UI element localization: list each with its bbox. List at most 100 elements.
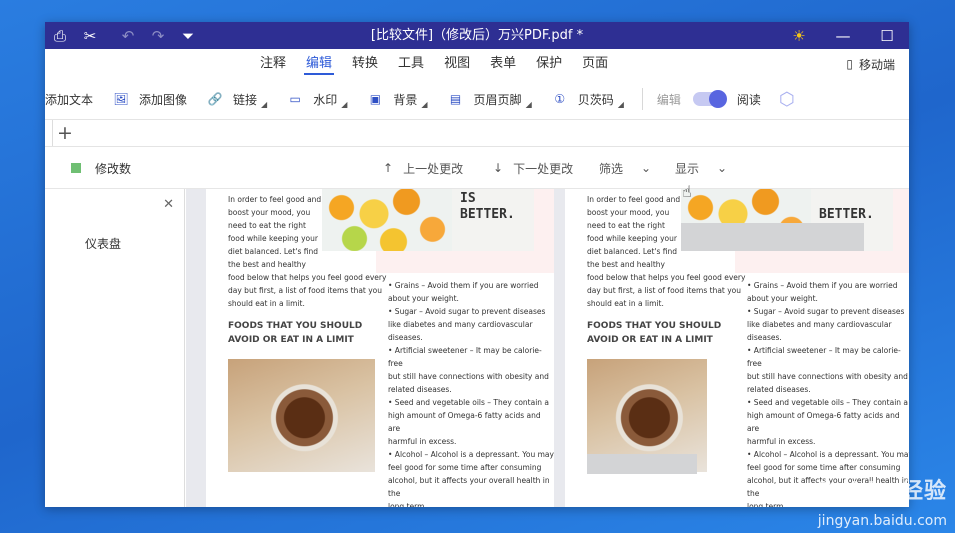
chevron-down-icon: ⌄ (717, 161, 728, 175)
edit-read-toggle[interactable] (692, 90, 727, 108)
hexagon-icon[interactable]: ⬡ (779, 79, 795, 119)
add-tab-icon[interactable]: + (57, 120, 73, 146)
text-line: diseases. (747, 333, 782, 342)
better-image: IS BETTER. (452, 189, 534, 251)
bates-button[interactable]: ① 贝茨码 ◢ (550, 79, 624, 119)
add-image-label: 添加图像 (139, 92, 188, 107)
text-line: related diseases. (747, 385, 811, 394)
sun-icon[interactable]: ☀ (777, 22, 821, 49)
edit-toolbar: 添加文本 🖼 添加图像 🔗 链接 ◢ ▭ 水印 ◢ ▣ 背景 ◢ ▤ 页眉页脚 … (45, 79, 909, 119)
text-line: diseases. (388, 333, 423, 342)
better-text-line: BETTER. (460, 207, 515, 222)
background-button[interactable]: ▣ 背景 ◢ (365, 79, 428, 119)
add-text-button[interactable]: 添加文本 (45, 79, 93, 119)
text-line: day but first, a list of food items that… (228, 286, 383, 295)
compare-document-area: IS BETTER. In order to feel good and boos… (186, 189, 909, 507)
previous-change-button[interactable]: ↑ 上一处更改 (383, 147, 463, 189)
chevron-down-icon: ◢ (525, 99, 532, 109)
menu-item[interactable]: 表单 (480, 49, 526, 79)
text-line: need to eat the right (587, 221, 665, 230)
bullet-list: • Grains – Avoid them if you are worried… (388, 279, 554, 507)
undo-icon[interactable]: ↶ (113, 22, 143, 49)
redo-icon[interactable]: ↷ (143, 22, 173, 49)
document-tab-row: + (45, 119, 909, 147)
menu-item[interactable]: 页面 (572, 49, 618, 79)
watermark-button[interactable]: ▭ 水印 ◢ (285, 79, 348, 119)
next-change-label: 下一处更改 (513, 161, 574, 176)
mobile-label: 移动端 (858, 57, 895, 72)
text-line: harmful in excess. (388, 437, 457, 446)
text-line: long term. (388, 502, 427, 507)
add-image-button[interactable]: 🖼 添加图像 (111, 79, 187, 119)
text-line: FOODS THAT YOU SHOULD (228, 321, 363, 331)
chevron-down-icon: ◢ (261, 99, 268, 109)
filter-label: 筛选 (599, 161, 624, 176)
dropdown-icon[interactable]: ⏷ (173, 22, 203, 49)
section-heading: FOODS THAT YOU SHOULD AVOID OR EAT IN A L… (587, 319, 721, 347)
text-line: but still have connections with obesity … (388, 372, 549, 381)
text-line: the best and healthy (587, 260, 665, 269)
minimize-button[interactable]: — (821, 22, 865, 49)
edit-mode-label[interactable]: 编辑 (657, 79, 681, 119)
filter-dropdown[interactable]: 筛选 ⌄ (599, 147, 651, 189)
text-line: boost your mood, you (587, 208, 670, 217)
header-footer-label: 页眉页脚 (473, 92, 522, 107)
baidu-watermark: Baidu 经验 (816, 479, 947, 504)
text-line: day but first, a list of food items that… (587, 286, 742, 295)
close-icon[interactable]: ✕ (163, 197, 174, 212)
text-line: • Alcohol – Alcohol is a depressant. You… (747, 450, 909, 459)
text-line: alcohol, but it affects your overall hea… (388, 476, 550, 498)
modified-swatch (71, 163, 81, 173)
document-tab[interactable] (45, 120, 53, 146)
read-mode-label[interactable]: 阅读 (737, 79, 761, 119)
background-icon: ▣ (369, 92, 382, 106)
menu-item[interactable]: 保护 (526, 49, 572, 79)
text-line: • Grains – Avoid them if you are worried (747, 281, 898, 290)
read-label: 阅读 (736, 92, 761, 107)
header-footer-button[interactable]: ▤ 页眉页脚 ◢ (446, 79, 532, 119)
chevron-down-icon: ◢ (341, 99, 348, 109)
text-line: • Sugar – Avoid sugar to prevent disease… (388, 307, 546, 316)
mobile-button[interactable]: ▯ 移动端 (846, 49, 895, 79)
next-change-button[interactable]: ↓ 下一处更改 (493, 147, 573, 189)
text-line: should eat in a limit. (228, 299, 305, 308)
better-text-line: BETTER. (819, 207, 874, 222)
link-button[interactable]: 🔗 链接 ◢ (205, 79, 268, 119)
print-icon[interactable]: ⎙ (45, 22, 75, 49)
toolbar-divider (641, 88, 643, 110)
menu-item[interactable]: 编辑 (296, 49, 342, 79)
text-line: related diseases. (388, 385, 452, 394)
text-line: In order to feel good and (587, 195, 681, 204)
sidebar-panel: ✕ 仪表盘 (45, 189, 185, 507)
chevron-down-icon: ⌄ (641, 161, 652, 175)
text-line: like diabetes and many cardiovascular (388, 320, 533, 329)
menu-item[interactable]: 工具 (388, 49, 434, 79)
menu-item[interactable]: 转换 (342, 49, 388, 79)
changed-region-highlight (587, 454, 697, 474)
baidu-watermark-url: jingyan.baidu.com (817, 513, 947, 529)
edit-label: 编辑 (656, 92, 681, 107)
watermark-label: 水印 (313, 92, 338, 107)
text-line: high amount of Omega-6 fatty acids and a… (747, 411, 900, 433)
sidebar-item-dashboard[interactable]: 仪表盘 (85, 235, 121, 252)
text-line: feel good for some time after consuming (388, 463, 542, 472)
menu-item[interactable]: 注释 (250, 49, 296, 79)
link-icon: 🔗 (207, 92, 223, 106)
menu-item[interactable]: 视图 (434, 49, 480, 79)
text-line: food below that helps you feel good ever… (228, 273, 387, 282)
previous-change-label: 上一处更改 (403, 161, 464, 176)
text-line: food while keeping your (228, 234, 318, 243)
background-label: 背景 (393, 92, 418, 107)
maximize-button[interactable]: ☐ (865, 22, 909, 49)
menu-bar: 注释 编辑 转换 工具 视图 表单 保护 页面 ▯ 移动端 (45, 49, 909, 79)
chevron-down-icon: ◢ (421, 99, 428, 109)
text-line: should eat in a limit. (587, 299, 664, 308)
scissors-icon[interactable]: ✂ (75, 22, 105, 49)
modified-label: 修改数 (95, 161, 132, 176)
text-line: boost your mood, you (228, 208, 311, 217)
text-line: food below that helps you feel good ever… (587, 273, 746, 282)
original-page: IS BETTER. In order to feel good and boos… (206, 189, 554, 507)
text-line: high amount of Omega-6 fatty acids and a… (388, 411, 541, 433)
text-line: but still have connections with obesity … (747, 372, 908, 381)
text-line: In order to feel good and (228, 195, 322, 204)
